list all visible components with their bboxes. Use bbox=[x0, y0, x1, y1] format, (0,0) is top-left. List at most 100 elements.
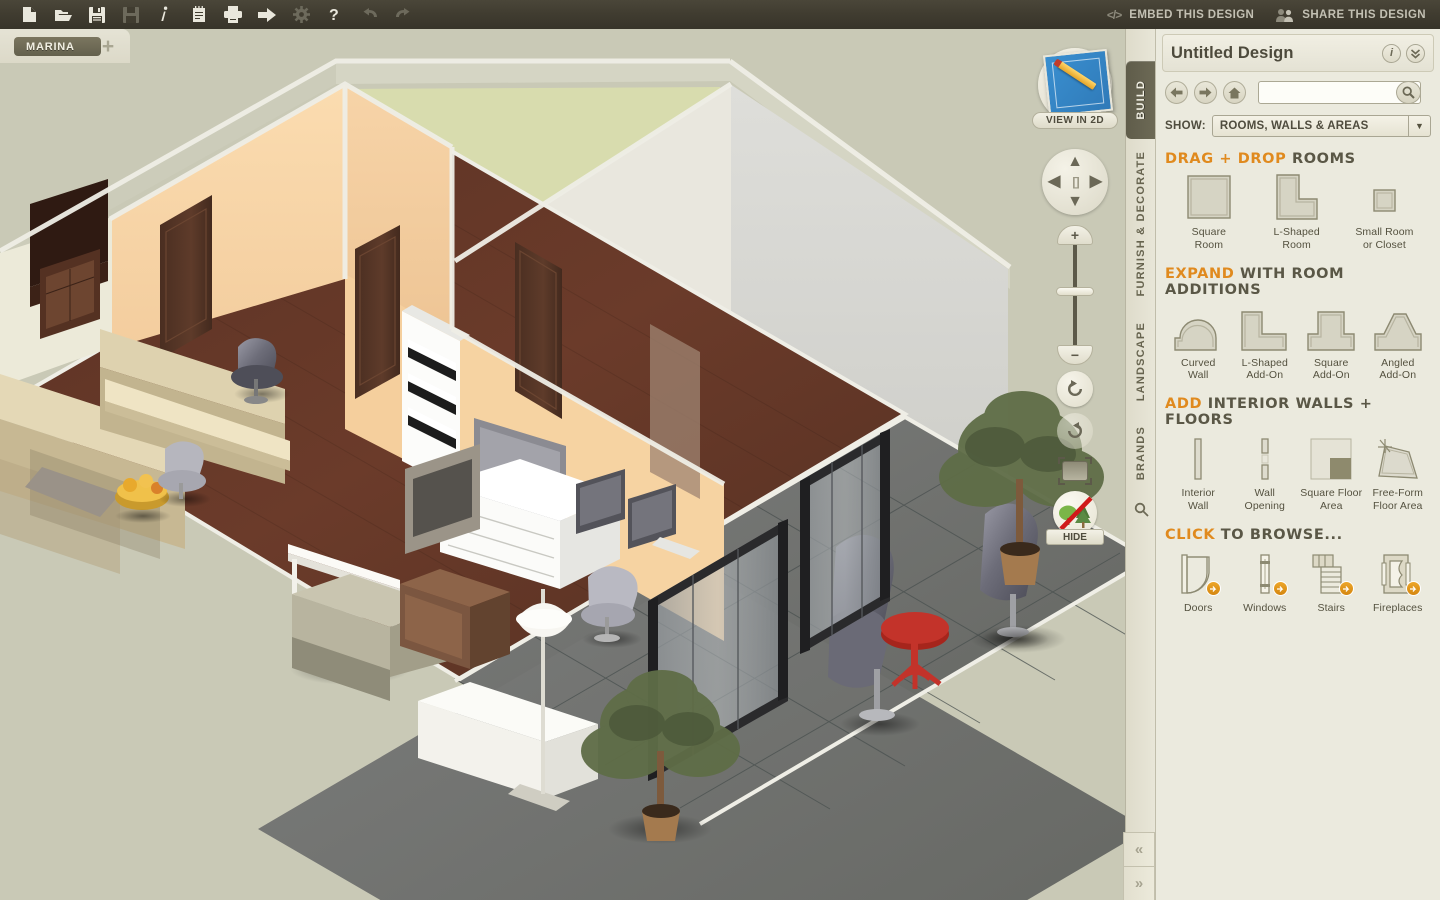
zoom-slider-handle[interactable] bbox=[1056, 287, 1094, 296]
share-label: SHARE THIS DESIGN bbox=[1302, 8, 1426, 21]
square-add-on-icon bbox=[1305, 304, 1357, 352]
item-l-shaped-room[interactable]: L-Shaped Room bbox=[1253, 173, 1341, 252]
corner-bl bbox=[1058, 478, 1065, 485]
notes-icon[interactable] bbox=[182, 0, 216, 29]
swivel-chair-a bbox=[581, 566, 642, 648]
item-l-shaped-add-on[interactable]: L-Shaped Add-On bbox=[1232, 304, 1299, 383]
panel-title-buttons: i bbox=[1382, 43, 1425, 63]
rail-tab-build[interactable]: BUILD bbox=[1126, 61, 1156, 139]
item-square-add-on[interactable]: Square Add-On bbox=[1298, 304, 1365, 383]
hide-landscape-button[interactable]: HIDE bbox=[1046, 491, 1104, 545]
zoom-slider[interactable]: + − bbox=[1053, 225, 1097, 365]
pan-right-button[interactable]: ▶ bbox=[1090, 174, 1102, 190]
print-icon[interactable] bbox=[216, 0, 250, 29]
l-shaped-add-on-icon bbox=[1239, 304, 1291, 352]
export-icon[interactable] bbox=[250, 0, 284, 29]
item-caption: Doors bbox=[1183, 601, 1213, 614]
panel-navigation bbox=[1165, 81, 1431, 104]
zoom-in-button[interactable]: + bbox=[1057, 225, 1093, 245]
pan-up-button[interactable]: ▲ bbox=[1067, 154, 1083, 170]
pan-dpad[interactable]: ▲ ▼ ◀ ▶ [ ] bbox=[1042, 149, 1108, 215]
rail-search-icon[interactable] bbox=[1126, 492, 1156, 526]
square-room-icon bbox=[1185, 173, 1233, 221]
item-curved-wall[interactable]: Curved Wall bbox=[1165, 304, 1232, 383]
help-icon[interactable]: ? bbox=[318, 0, 352, 29]
embed-this-design-button[interactable]: </> EMBED THIS DESIGN bbox=[1107, 8, 1254, 22]
panel-title-bar: Untitled Design i bbox=[1162, 34, 1434, 72]
rotate-left-button[interactable] bbox=[1057, 371, 1093, 407]
chevron-down-icon[interactable]: ▼ bbox=[1408, 116, 1430, 136]
collapse-left-button[interactable]: « bbox=[1123, 832, 1155, 866]
scene-3d-render bbox=[0, 29, 1125, 900]
fullscreen-view-button[interactable] bbox=[1058, 457, 1092, 485]
search-icon[interactable] bbox=[1396, 81, 1421, 104]
toolbar-icon-group: ? bbox=[0, 0, 420, 29]
item-caption: Square Room bbox=[1191, 226, 1227, 251]
rail-tab-brands-label: BRANDS bbox=[1135, 425, 1147, 481]
show-filter-row: SHOW: ROOMS, WALLS & AREAS ▼ bbox=[1165, 115, 1431, 137]
show-select[interactable]: ROOMS, WALLS & AREAS ▼ bbox=[1211, 115, 1431, 137]
nav-back-button[interactable] bbox=[1165, 81, 1188, 104]
windows-icon bbox=[1241, 549, 1289, 597]
curved-wall-icon bbox=[1172, 304, 1224, 352]
door-3 bbox=[515, 242, 562, 419]
open-folder-icon[interactable] bbox=[46, 0, 80, 29]
item-wall-opening[interactable]: Wall Opening bbox=[1232, 434, 1299, 513]
section-items: Doors Windows Stairs Fireplaces bbox=[1165, 549, 1431, 615]
rotate-right-button[interactable] bbox=[1057, 413, 1093, 449]
undo-icon[interactable] bbox=[352, 0, 386, 29]
item-square-floor-area[interactable]: Square Floor Area bbox=[1298, 434, 1365, 513]
kitchen-upper-cabinet bbox=[30, 179, 108, 339]
rail-tab-brands[interactable]: BRANDS bbox=[1126, 414, 1156, 492]
section-expand-room-additions: EXPAND WITH ROOM ADDITIONS Curved Wall L… bbox=[1165, 252, 1431, 383]
share-this-design-button[interactable]: SHARE THIS DESIGN bbox=[1276, 8, 1426, 22]
item-caption: Stairs bbox=[1317, 601, 1345, 614]
mode-tab-list: BUILD FURNISH & DECORATE LANDSCAPE BRAND… bbox=[1126, 61, 1156, 517]
nav-home-button[interactable] bbox=[1223, 81, 1246, 104]
small-room-icon bbox=[1360, 173, 1408, 221]
collapse-right-button[interactable]: » bbox=[1123, 866, 1155, 900]
embed-label: EMBED THIS DESIGN bbox=[1129, 8, 1255, 21]
zoom-out-button[interactable]: − bbox=[1057, 345, 1093, 365]
item-small-room-or-closet[interactable]: Small Room or Closet bbox=[1341, 173, 1429, 252]
page-title: Untitled Design bbox=[1171, 43, 1294, 62]
pan-down-button[interactable]: ▼ bbox=[1067, 194, 1083, 210]
rail-tab-furnish-decorate[interactable]: FURNISH & DECORATE bbox=[1126, 139, 1156, 309]
redo-icon[interactable] bbox=[386, 0, 420, 29]
nav-forward-button[interactable] bbox=[1194, 81, 1217, 104]
panel-collapse-button[interactable] bbox=[1406, 43, 1425, 63]
section-items: Square Room L-Shaped Room Small Room or … bbox=[1165, 173, 1431, 252]
new-document-icon[interactable] bbox=[12, 0, 46, 29]
add-design-tab-button[interactable]: + bbox=[98, 36, 118, 57]
rail-tab-build-label: BUILD bbox=[1135, 80, 1147, 120]
item-fireplaces[interactable]: Fireplaces bbox=[1365, 549, 1432, 615]
fireplaces-icon bbox=[1374, 549, 1422, 597]
rail-tab-landscape[interactable]: LANDSCAPE bbox=[1126, 309, 1156, 414]
info-icon[interactable] bbox=[148, 0, 182, 29]
save-as-icon[interactable] bbox=[114, 0, 148, 29]
item-stairs[interactable]: Stairs bbox=[1298, 549, 1365, 615]
section-heading: ADD INTERIOR WALLS + FLOORS bbox=[1165, 396, 1431, 428]
hide-label[interactable]: HIDE bbox=[1046, 529, 1104, 545]
save-icon[interactable] bbox=[80, 0, 114, 29]
pan-left-button[interactable]: ◀ bbox=[1048, 174, 1060, 190]
browse-badge-icon bbox=[1405, 580, 1421, 596]
interior-wall-icon bbox=[1175, 434, 1221, 482]
item-square-room[interactable]: Square Room bbox=[1165, 173, 1253, 252]
section-items: Curved Wall L-Shaped Add-On Square Add-O… bbox=[1165, 304, 1431, 383]
item-interior-wall[interactable]: Interior Wall bbox=[1165, 434, 1232, 513]
section-heading: EXPAND WITH ROOM ADDITIONS bbox=[1165, 266, 1431, 298]
item-caption: L-Shaped Add-On bbox=[1241, 356, 1288, 382]
settings-gear-icon[interactable] bbox=[284, 0, 318, 29]
item-doors[interactable]: Doors bbox=[1165, 549, 1232, 615]
pan-center-button[interactable]: [ ] bbox=[1072, 176, 1079, 188]
view-in-2d-label[interactable]: VIEW IN 2D bbox=[1032, 112, 1118, 129]
item-free-form-floor-area[interactable]: Free-Form Floor Area bbox=[1365, 434, 1432, 513]
item-angled-add-on[interactable]: Angled Add-On bbox=[1365, 304, 1432, 383]
design-tab-marina[interactable]: MARINA bbox=[14, 37, 101, 56]
item-caption: Free-Form Floor Area bbox=[1372, 487, 1423, 512]
design-canvas-3d[interactable]: VIEW IN 2D ▲ ▼ ◀ ▶ [ ] + − HIDE bbox=[0, 29, 1125, 900]
item-windows[interactable]: Windows bbox=[1232, 549, 1299, 615]
design-info-button[interactable]: i bbox=[1382, 43, 1401, 63]
item-caption: Wall Opening bbox=[1244, 487, 1285, 512]
